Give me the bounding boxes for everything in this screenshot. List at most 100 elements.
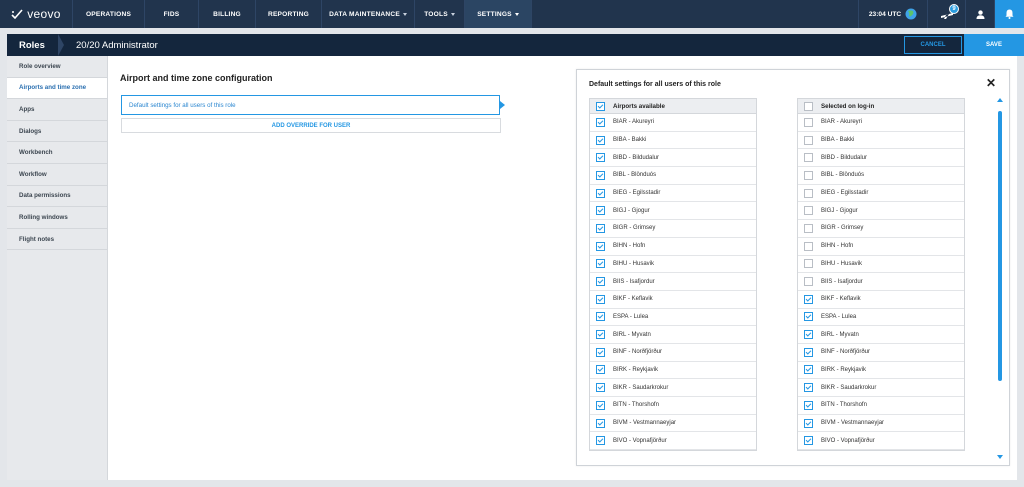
airport-row-login[interactable]: BIBA - Bakki xyxy=(798,132,964,150)
close-icon[interactable]: ✕ xyxy=(986,76,996,90)
airport-row-available[interactable]: BIEG - Egilsstadir xyxy=(590,185,756,203)
airport-available-checkbox[interactable] xyxy=(596,400,605,410)
airport-row-available[interactable]: BIRK - Reykjavik xyxy=(590,362,756,380)
airport-row-login[interactable]: BIVO - Vopnafjörður xyxy=(798,432,964,451)
airport-available-checkbox[interactable] xyxy=(596,135,605,145)
airport-login-checkbox[interactable] xyxy=(804,206,813,216)
flights-notification[interactable]: 9 xyxy=(927,0,965,28)
nav-item-settings[interactable]: SETTINGS xyxy=(465,0,532,28)
sidebar-item-flight-notes[interactable]: Flight notes xyxy=(7,229,107,251)
nav-item-tools[interactable]: TOOLS xyxy=(415,0,465,28)
airport-login-checkbox[interactable] xyxy=(804,135,813,145)
airport-row-login[interactable]: BIRL - Myvatn xyxy=(798,326,964,344)
airport-row-login[interactable]: BIRK - Reykjavik xyxy=(798,362,964,380)
airport-row-available[interactable]: BIBA - Bakki xyxy=(590,132,756,150)
airport-row-available[interactable]: BIIS - Isafjordur xyxy=(590,273,756,291)
scroll-up-arrow-icon[interactable] xyxy=(997,98,1003,102)
airport-login-checkbox[interactable] xyxy=(804,241,813,251)
airport-login-checkbox[interactable] xyxy=(804,259,813,269)
sidebar-item-airports-and-time-zone[interactable]: Airports and time zone xyxy=(7,77,107,100)
airport-available-checkbox[interactable] xyxy=(596,365,605,375)
airport-row-login[interactable]: BIHU - Husavik xyxy=(798,256,964,274)
airport-available-checkbox[interactable] xyxy=(596,188,605,198)
airport-available-checkbox[interactable] xyxy=(596,223,605,233)
nav-item-reporting[interactable]: REPORTING xyxy=(256,0,322,28)
airport-available-checkbox[interactable] xyxy=(596,294,605,304)
sidebar-item-apps[interactable]: Apps xyxy=(7,99,107,121)
airport-available-checkbox[interactable] xyxy=(596,117,605,127)
airport-login-checkbox[interactable] xyxy=(804,347,813,357)
airport-login-checkbox[interactable] xyxy=(804,170,813,180)
airport-available-checkbox[interactable] xyxy=(596,330,605,340)
airport-row-login[interactable]: BIBD - Bildudalur xyxy=(798,149,964,168)
airport-row-login[interactable]: BIIS - Isafjordur xyxy=(798,273,964,291)
scroll-down-arrow-icon[interactable] xyxy=(997,455,1003,459)
airport-available-checkbox[interactable] xyxy=(596,206,605,216)
airport-available-checkbox[interactable] xyxy=(596,170,605,180)
airport-login-checkbox[interactable] xyxy=(804,418,813,428)
airport-row-available[interactable]: BIGR - Grimsey xyxy=(590,220,756,238)
select-all-login-checkbox[interactable] xyxy=(804,101,813,111)
sidebar-item-workbench[interactable]: Workbench xyxy=(7,142,107,164)
airport-row-login[interactable]: BIGJ - Gjogur xyxy=(798,202,964,221)
airport-available-checkbox[interactable] xyxy=(596,436,605,446)
airport-row-available[interactable]: BIRL - Myvatn xyxy=(590,326,756,344)
airport-row-login[interactable]: ESPA - Lulea xyxy=(798,309,964,327)
airport-login-checkbox[interactable] xyxy=(804,330,813,340)
airport-row-available[interactable]: BIHN - Hofn xyxy=(590,238,756,256)
airport-row-login[interactable]: BIAR - Akureyri xyxy=(798,114,964,132)
sidebar-item-data-permissions[interactable]: Data permissions xyxy=(7,186,107,208)
airport-login-checkbox[interactable] xyxy=(804,153,813,163)
airport-available-checkbox[interactable] xyxy=(596,277,605,287)
airport-login-checkbox[interactable] xyxy=(804,365,813,375)
airport-row-login[interactable]: BINF - Norðfjörður xyxy=(798,344,964,362)
veovo-logo[interactable]: veovo xyxy=(0,0,73,28)
airport-login-checkbox[interactable] xyxy=(804,436,813,446)
airport-row-login[interactable]: BIKR - Saudarkrokur xyxy=(798,379,964,397)
airport-row-login[interactable]: BIVM - Vestmannaeyjar xyxy=(798,415,964,433)
roles-breadcrumb[interactable]: Roles xyxy=(7,34,64,56)
airport-available-checkbox[interactable] xyxy=(596,383,605,393)
airport-row-available[interactable]: BITN - Thorshofn xyxy=(590,397,756,415)
airport-row-available[interactable]: BIBD - Bildudalur xyxy=(590,149,756,168)
cancel-button[interactable]: CANCEL xyxy=(904,36,962,54)
nav-item-data-maintenance[interactable]: DATA MAINTENANCE xyxy=(322,0,415,28)
airport-row-login[interactable]: BIGR - Grimsey xyxy=(798,220,964,238)
airport-row-login[interactable]: BIHN - Hofn xyxy=(798,238,964,256)
default-settings-item[interactable]: Default settings for all users of this r… xyxy=(121,95,505,115)
airport-login-checkbox[interactable] xyxy=(804,188,813,198)
airport-row-available[interactable]: BIKR - Saudarkrokur xyxy=(590,379,756,397)
airport-available-checkbox[interactable] xyxy=(596,312,605,322)
airport-login-checkbox[interactable] xyxy=(804,223,813,233)
airport-login-checkbox[interactable] xyxy=(804,294,813,304)
airport-login-checkbox[interactable] xyxy=(804,400,813,410)
utc-clock[interactable]: 23:04 UTC xyxy=(858,0,927,28)
airport-available-checkbox[interactable] xyxy=(596,418,605,428)
airport-row-available[interactable]: BIAR - Akureyri xyxy=(590,114,756,132)
add-override-button[interactable]: ADD OVERRIDE FOR USER xyxy=(121,118,501,133)
user-menu[interactable] xyxy=(965,0,994,28)
airport-available-checkbox[interactable] xyxy=(596,347,605,357)
airport-row-login[interactable]: BIBL - Blönduós xyxy=(798,167,964,185)
save-button[interactable]: SAVE xyxy=(964,34,1024,56)
airport-row-available[interactable]: BIBL - Blönduós xyxy=(590,167,756,185)
airport-row-login[interactable]: BIKF - Keflavik xyxy=(798,291,964,309)
airport-available-checkbox[interactable] xyxy=(596,259,605,269)
airport-login-checkbox[interactable] xyxy=(804,117,813,127)
nav-item-billing[interactable]: BILLING xyxy=(199,0,256,28)
airport-row-available[interactable]: BIKF - Keflavik xyxy=(590,291,756,309)
airport-login-checkbox[interactable] xyxy=(804,277,813,287)
airport-row-available[interactable]: BINF - Norðfjörður xyxy=(590,344,756,362)
airport-row-login[interactable]: BIEG - Egilsstadir xyxy=(798,185,964,203)
sidebar-item-rolling-windows[interactable]: Rolling windows xyxy=(7,207,107,229)
airport-available-checkbox[interactable] xyxy=(596,241,605,251)
airport-row-available[interactable]: BIVO - Vopnafjörður xyxy=(590,432,756,451)
airport-row-available[interactable]: ESPA - Lulea xyxy=(590,309,756,327)
sidebar-item-dialogs[interactable]: Dialogs xyxy=(7,121,107,143)
nav-item-fids[interactable]: FIDS xyxy=(145,0,199,28)
scrollbar-thumb[interactable] xyxy=(998,111,1002,381)
sidebar-item-workflow[interactable]: Workflow xyxy=(7,164,107,186)
select-all-available-checkbox[interactable] xyxy=(596,101,605,111)
airport-row-available[interactable]: BIVM - Vestmannaeyjar xyxy=(590,415,756,433)
airport-login-checkbox[interactable] xyxy=(804,312,813,322)
